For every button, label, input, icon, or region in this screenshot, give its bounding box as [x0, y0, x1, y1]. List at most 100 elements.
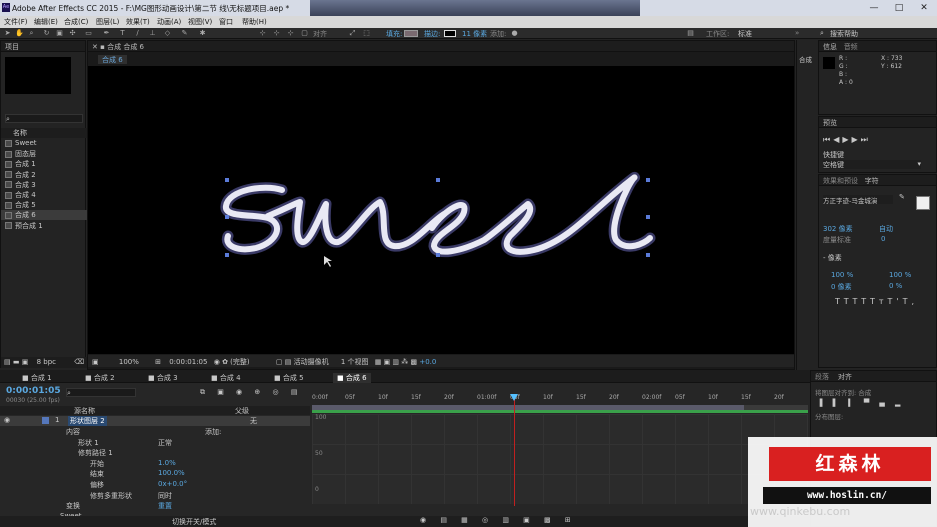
align-buttons[interactable]: ▐ ▌ ▍ ▀ ▄ ▂ — [817, 399, 904, 407]
subscript-button[interactable]: T, — [903, 297, 918, 306]
layer-label-color[interactable] — [42, 417, 49, 424]
tracking-value[interactable]: 0 — [881, 235, 885, 243]
side-panel-tab[interactable]: 合成 — [797, 40, 817, 64]
property-row[interactable]: 形状 1 正常 — [0, 438, 310, 448]
maximize-button[interactable]: □ — [887, 0, 911, 16]
first-frame-icon[interactable]: ⏮ — [823, 135, 833, 144]
project-item[interactable]: 固态层 — [1, 149, 87, 159]
composition-viewer[interactable] — [88, 66, 794, 354]
layer-duration-bar[interactable] — [312, 410, 808, 413]
eyedropper-icon[interactable]: ✎ — [899, 193, 905, 201]
project-column-header[interactable]: 名称 — [1, 128, 87, 138]
play-icon[interactable]: ▶ — [842, 135, 851, 144]
pan-behind-tool-icon[interactable]: ✣ — [68, 29, 77, 38]
bpc-label[interactable]: 8 bpc — [37, 358, 56, 366]
layer-row[interactable]: ◉ 1 形状图层 2 无 — [0, 416, 310, 426]
timeline-tab[interactable]: ■ 合成 5 — [270, 373, 308, 383]
character-tab[interactable]: 字符 — [865, 177, 879, 185]
timeline-tab[interactable]: ■ 合成 3 — [144, 373, 182, 383]
property-value[interactable]: 正常 — [158, 438, 172, 448]
always-preview-icon[interactable]: ▣ — [92, 358, 99, 366]
camera-dropdown[interactable]: 活动摄像机 — [294, 358, 329, 366]
stroke-color-swatch[interactable] — [444, 30, 456, 37]
workspace-menu-icon[interactable]: ▤ — [686, 29, 695, 38]
region-of-interest-icon[interactable]: ▢ — [276, 358, 283, 366]
project-item[interactable]: 合成 6 — [1, 210, 87, 221]
faux-bold-button[interactable]: T — [835, 297, 844, 306]
selection-tool-icon[interactable]: ➤ — [3, 29, 12, 38]
snap-icon[interactable]: ⤢ — [348, 29, 357, 38]
resolution-dropdown[interactable]: (完整) — [230, 358, 249, 366]
timeline-switches[interactable]: ⧉ ▣ ◉ ⊕ ◎ ▤ — [200, 388, 302, 397]
minimize-button[interactable]: — — [862, 0, 886, 16]
timeline-tab[interactable]: ■ 合成 1 — [18, 373, 56, 383]
property-row[interactable]: 内容 添加: — [0, 427, 310, 437]
project-item[interactable]: Sweet — [1, 139, 87, 149]
snapping-checkbox[interactable]: ▢ — [300, 29, 309, 38]
safe-area-icon[interactable]: ⊞ — [155, 358, 161, 366]
axis-local-icon[interactable]: ⊹ — [258, 29, 267, 38]
add-property-button[interactable]: 添加: — [205, 427, 221, 437]
trash-icon[interactable]: ⌫ — [74, 358, 84, 366]
current-time-display[interactable]: 0:00:01:05 — [169, 358, 207, 366]
eraser-tool-icon[interactable]: ◇ — [163, 29, 172, 38]
stroke-label[interactable]: 描边: — [424, 29, 440, 39]
exposure-value[interactable]: +0.0 — [419, 358, 436, 366]
time-ruler[interactable]: 0:00f 05f 10f 15f 20f 01:00f 05f 10f 15f 20f 02:00… — [312, 394, 808, 404]
property-row[interactable]: 偏移 0x+0.0° — [0, 480, 310, 490]
project-item[interactable]: 预合成 1 — [1, 221, 87, 231]
menu-window[interactable]: 窗口 — [219, 17, 233, 27]
stroke-width-value[interactable]: 11 像素 — [462, 29, 487, 39]
layer-name[interactable]: 形状图层 2 — [68, 416, 107, 426]
brush-tool-icon[interactable]: ∕ — [133, 29, 142, 38]
snapshot-icon[interactable]: ◉ — [214, 358, 220, 366]
parent-dropdown[interactable]: 无 — [250, 416, 257, 426]
property-value[interactable]: 同时 — [158, 491, 172, 501]
small-caps-button[interactable]: Tт — [870, 297, 888, 306]
roto-brush-tool-icon[interactable]: ✎ — [180, 29, 189, 38]
axis-view-icon[interactable]: ⊹ — [286, 29, 295, 38]
font-size-value[interactable]: 302 像素 — [823, 225, 853, 233]
leading-value[interactable]: 自动 — [879, 224, 893, 234]
menu-composition[interactable]: 合成(C) — [64, 17, 88, 27]
axis-world-icon[interactable]: ⊹ — [272, 29, 281, 38]
menu-file[interactable]: 文件(F) — [4, 17, 28, 27]
toggle-switches-modes[interactable]: 切换开关/模式 — [172, 517, 216, 527]
next-frame-icon[interactable]: ▶ — [852, 135, 861, 144]
shortcut-dropdown[interactable]: 空格键 ▾ — [823, 160, 921, 169]
current-time-code[interactable]: 0:00:01:05 — [6, 386, 61, 396]
baseline-shift-value[interactable]: 0 像素 — [831, 282, 852, 292]
faux-italic-button[interactable]: T — [844, 297, 853, 306]
property-value[interactable]: 重置 — [158, 501, 172, 511]
project-panel-tab[interactable]: 项目 — [1, 41, 85, 52]
timeline-tab[interactable]: ■ 合成 2 — [81, 373, 119, 383]
menu-help[interactable]: 帮助(H) — [242, 17, 267, 27]
property-value[interactable]: 100.0% — [158, 469, 185, 477]
puppet-tool-icon[interactable]: ✱ — [198, 29, 207, 38]
tsume-value[interactable]: 0 % — [889, 282, 902, 290]
audio-tab[interactable]: 音频 — [844, 43, 858, 51]
camera-tool-icon[interactable]: ▣ — [55, 29, 64, 38]
zoom-tool-icon[interactable]: ⌕ — [27, 29, 36, 38]
zoom-dropdown[interactable]: 100% — [119, 358, 139, 366]
horizontal-scale-value[interactable]: 100 % — [889, 271, 911, 279]
pen-tool-icon[interactable]: ✒ — [102, 29, 111, 38]
all-caps-button[interactable]: TT — [853, 297, 871, 306]
paragraph-tab[interactable]: 段落 — [815, 373, 829, 381]
project-item[interactable]: 合成 3 — [1, 180, 87, 190]
menu-effect[interactable]: 效果(T) — [126, 17, 150, 27]
property-value[interactable]: 1.0% — [158, 459, 176, 467]
add-icon[interactable]: ● — [510, 29, 519, 38]
fill-color-swatch[interactable] — [404, 30, 418, 37]
property-row[interactable]: 修剪路径 1 — [0, 448, 310, 458]
panel-close-icon[interactable]: ✕ — [92, 43, 98, 51]
property-row[interactable]: 结束 100.0% — [0, 469, 310, 479]
align-tab[interactable]: 对齐 — [838, 373, 852, 381]
align-to-dropdown[interactable]: 合成 — [858, 389, 871, 397]
property-row[interactable]: 变换 重置 — [0, 501, 310, 511]
graph-editor[interactable]: 100 50 0 — [312, 414, 808, 504]
project-item[interactable]: 合成 5 — [1, 200, 87, 210]
composition-panel-tab[interactable]: 合成 合成 6 — [107, 43, 144, 51]
composition-viewer-tab[interactable]: 合成 6 — [98, 55, 127, 64]
clone-tool-icon[interactable]: ⊥ — [148, 29, 157, 38]
